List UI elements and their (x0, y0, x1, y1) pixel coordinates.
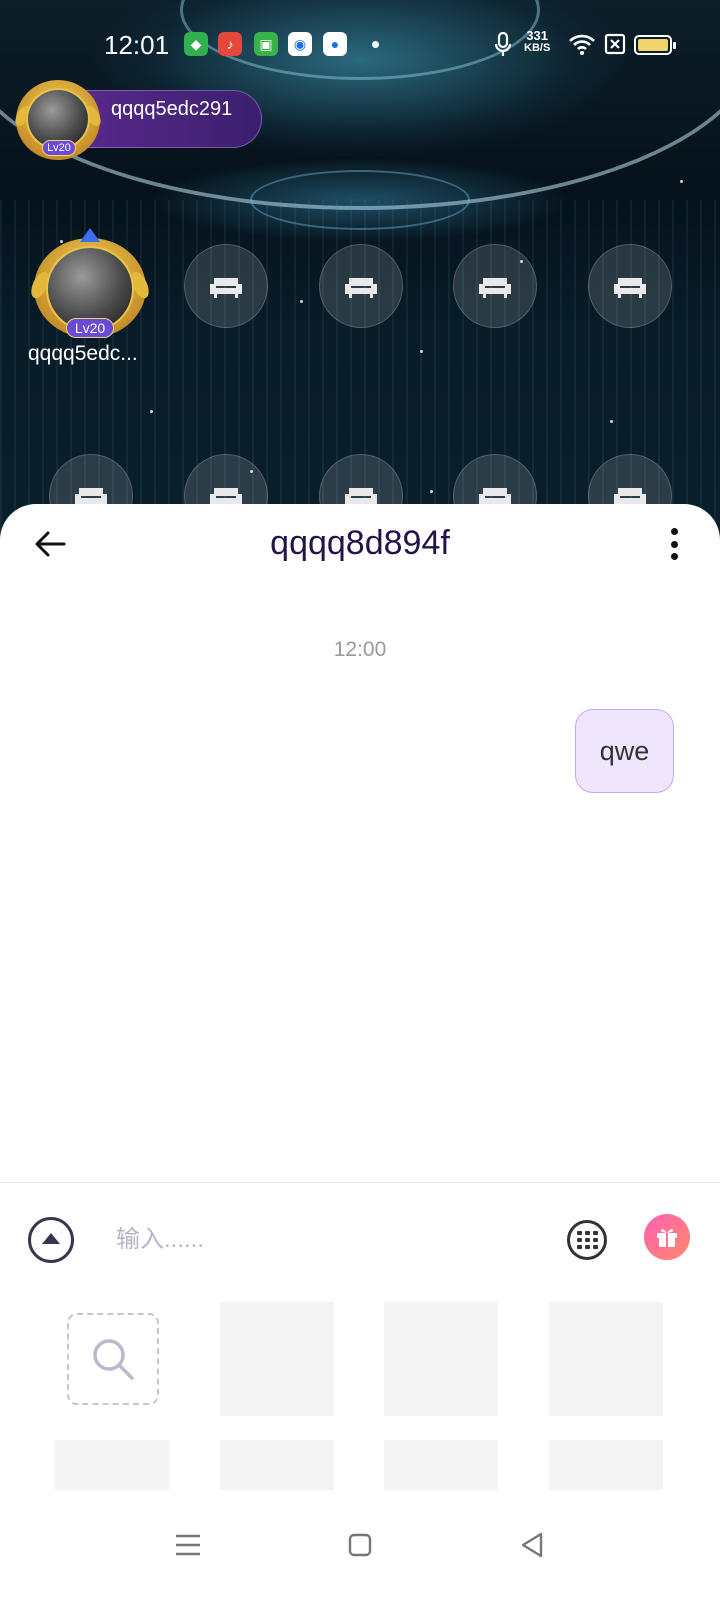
expand-panel-button[interactable] (28, 1217, 74, 1263)
shop-app-icon: ▣ (254, 32, 278, 56)
more-options-button[interactable] (664, 522, 684, 566)
back-icon (521, 1532, 543, 1558)
gift-icon (657, 1229, 677, 1247)
empty-seat[interactable] (453, 244, 537, 328)
wifi-icon (569, 34, 595, 55)
home-icon (348, 1533, 372, 1557)
message-timestamp: 12:00 (333, 638, 387, 661)
seat-occupied[interactable]: Lv20 (27, 228, 153, 340)
browser-app-icon: ◉ (288, 32, 312, 56)
more-dot (670, 553, 678, 560)
sofa-icon (210, 278, 242, 298)
music-app-icon: ♪ (218, 32, 242, 56)
message-input[interactable] (116, 1214, 536, 1266)
seat-name: qqqq5edc... (28, 342, 138, 365)
shield-app-icon: ◆ (184, 32, 208, 56)
chat-panel: qqqq8d894f 12:00 qwe (0, 504, 720, 1600)
status-bar: 12:01 ◆ ♪ ▣ ◉ ● 331 KB/S (0, 26, 720, 66)
outgoing-message-bubble[interactable]: qwe (575, 709, 674, 793)
keyboard-button[interactable] (567, 1220, 607, 1260)
sim-off-icon (604, 33, 626, 55)
sofa-icon (479, 278, 511, 298)
nav-back-button[interactable] (517, 1530, 547, 1560)
host-avatar[interactable]: Lv20 (12, 80, 104, 160)
gift-button[interactable] (644, 1214, 690, 1260)
battery-icon (634, 35, 676, 55)
nav-menu-button[interactable] (173, 1530, 203, 1560)
input-divider (0, 1182, 720, 1183)
empty-seat[interactable] (319, 244, 403, 328)
nav-home-button[interactable] (345, 1530, 375, 1560)
net-speed-unit: KB/S (524, 42, 551, 54)
sticker-tile[interactable] (384, 1302, 498, 1416)
status-time: 12:01 (104, 30, 170, 60)
mic-icon (494, 32, 512, 56)
system-nav-bar (0, 1490, 720, 1600)
more-dot (670, 528, 678, 535)
notification-dot (372, 41, 379, 48)
net-speed-value: 331 (526, 28, 548, 43)
empty-seat[interactable] (588, 244, 672, 328)
host-level-badge: Lv20 (42, 140, 76, 156)
more-dot (670, 540, 678, 548)
menu-icon (176, 1534, 200, 1556)
seat-level-badge: Lv20 (66, 318, 114, 338)
search-icon (93, 1339, 134, 1380)
sticker-tile[interactable] (220, 1302, 334, 1416)
back-button[interactable] (30, 524, 70, 564)
sofa-icon (345, 278, 377, 298)
net-speed: 331 KB/S (524, 28, 551, 54)
sticker-search-button[interactable] (67, 1313, 159, 1405)
camera-app-icon: ● (323, 32, 347, 56)
crown-icon (80, 228, 100, 242)
sofa-icon (614, 278, 646, 298)
triangle-up-icon (42, 1233, 60, 1244)
host-name: qqqq5edc291 (111, 98, 233, 120)
sticker-tile[interactable] (549, 1302, 663, 1416)
empty-seat[interactable] (184, 244, 268, 328)
chat-title: qqqq8d894f (270, 524, 450, 562)
arrow-left-icon (35, 531, 66, 557)
